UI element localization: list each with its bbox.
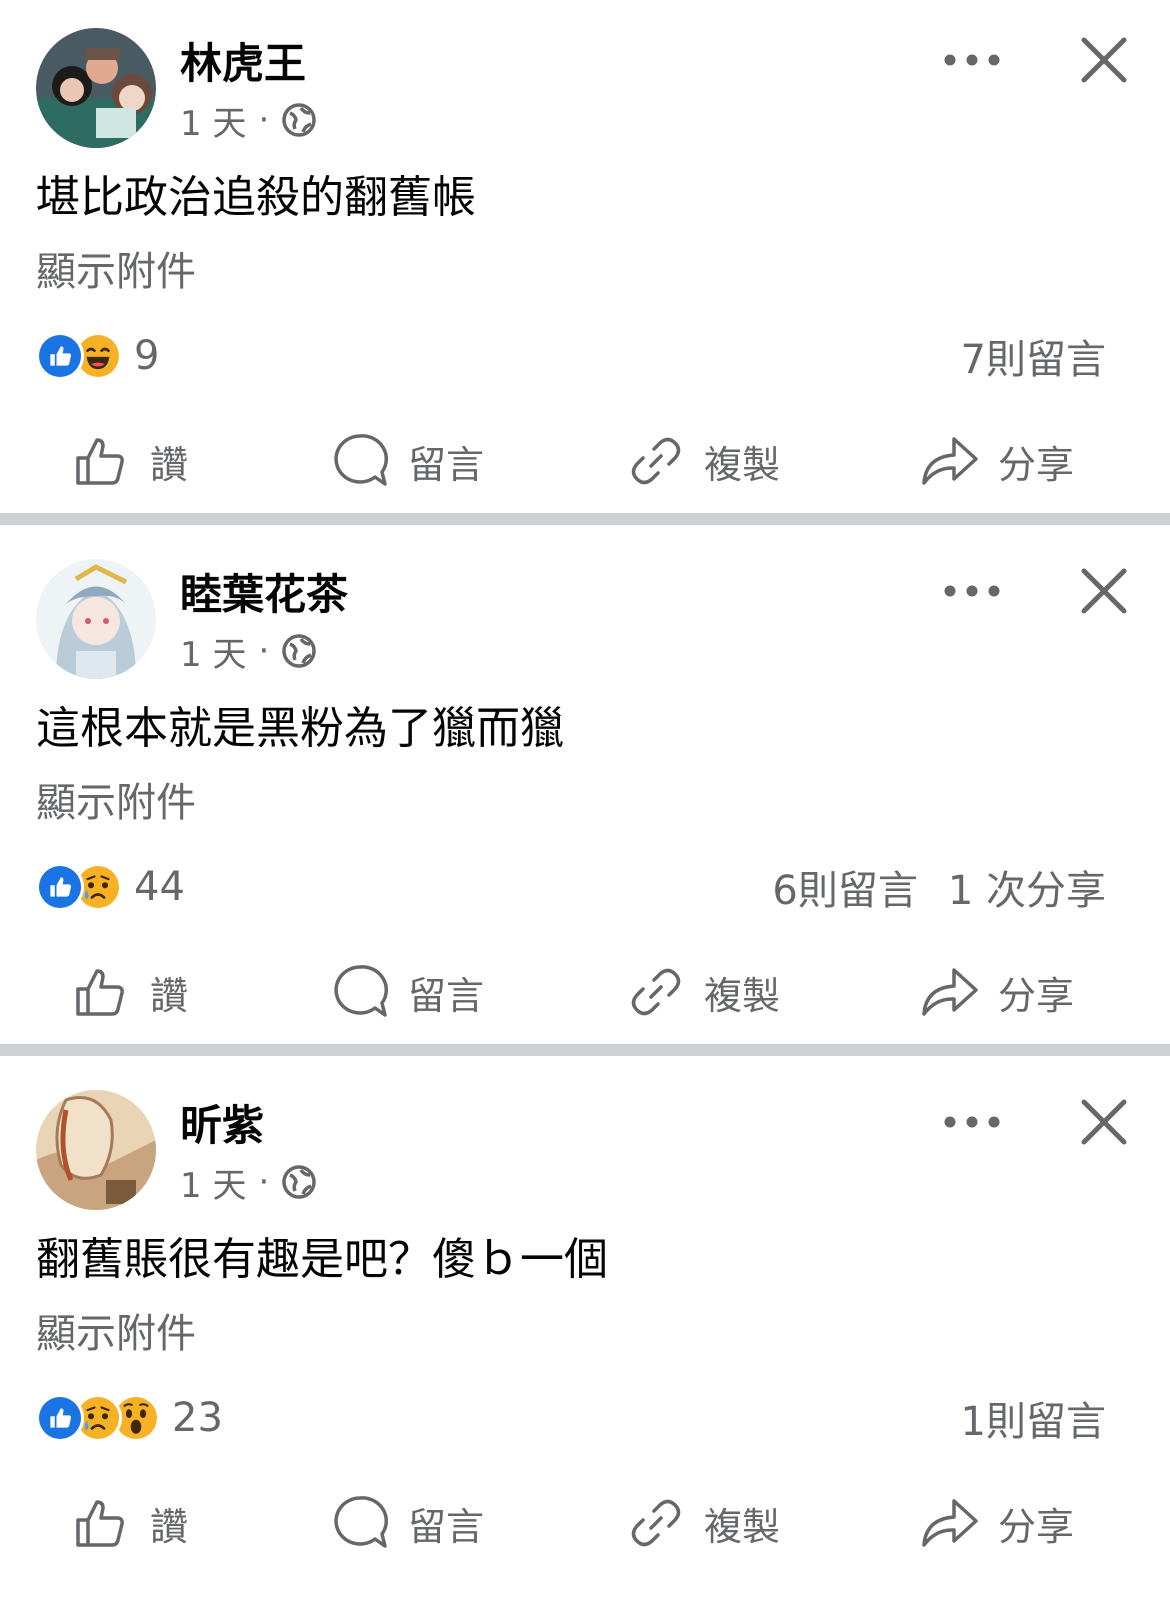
like-icon [76, 1500, 124, 1547]
comment-count[interactable]: 6則留言 [772, 858, 917, 916]
post-stats: 6則留言 1 次分享 [772, 858, 1106, 916]
more-icon[interactable] [940, 1100, 1004, 1144]
post-meta: 1 天 · [180, 627, 317, 676]
share-icon [922, 968, 978, 1016]
like-reaction-icon [36, 863, 84, 911]
share-label: 分享 [998, 1504, 1075, 1549]
like-label: 讚 [150, 973, 189, 1018]
like-reaction-icon [36, 332, 84, 380]
copy-label: 複製 [704, 442, 781, 487]
share-icon [922, 1499, 978, 1547]
comment-label: 留言 [408, 973, 485, 1018]
action-bar: 讚 留言 複製 分享 [0, 957, 1170, 1027]
share-count[interactable]: 1 次分享 [948, 858, 1106, 916]
comment-icon [334, 965, 389, 1017]
reaction-count: 44 [134, 864, 185, 910]
copy-link-button[interactable]: 複製 [626, 426, 780, 496]
avatar[interactable] [36, 28, 156, 148]
like-button[interactable]: 讚 [72, 1488, 188, 1558]
like-button[interactable]: 讚 [72, 426, 188, 496]
post-card: 睦葉花茶 1 天 · 這根本就是黑粉為了獵而獵 顯示附件 44 6則留言 1 次… [0, 531, 1170, 1056]
share-button[interactable]: 分享 [920, 1488, 1074, 1558]
share-icon [922, 437, 978, 485]
share-label: 分享 [998, 973, 1075, 1018]
like-label: 讚 [150, 1504, 189, 1549]
share-button[interactable]: 分享 [920, 426, 1074, 496]
link-icon [631, 968, 681, 1016]
globe-icon [281, 633, 317, 669]
reaction-count: 9 [134, 333, 160, 379]
share-button[interactable]: 分享 [920, 957, 1074, 1027]
comment-label: 留言 [408, 1504, 485, 1549]
post-meta: 1 天 · [180, 1158, 317, 1207]
post-card: 昕紫 1 天 · 翻舊賬很有趣是吧？傻ｂ一個 顯示附件 23 1則留言 讚 留言… [0, 1062, 1170, 1601]
show-attachment-link[interactable]: 顯示附件 [36, 1308, 196, 1360]
author-name[interactable]: 林虎王 [180, 38, 306, 90]
avatar[interactable] [36, 1090, 156, 1210]
comment-icon [334, 1496, 389, 1548]
like-button[interactable]: 讚 [72, 957, 188, 1027]
post-stats: 1則留言 [961, 1389, 1106, 1447]
post-card: 林虎王 1 天 · 堪比政治追殺的翻舊帳 顯示附件 9 7則留言 讚 留言 複製… [0, 0, 1170, 525]
comment-label: 留言 [408, 442, 485, 487]
comment-button[interactable]: 留言 [330, 1488, 484, 1558]
copy-label: 複製 [704, 973, 781, 1018]
post-meta: 1 天 · [180, 96, 317, 145]
link-icon [631, 437, 681, 485]
avatar[interactable] [36, 559, 156, 679]
action-bar: 讚 留言 複製 分享 [0, 1488, 1170, 1558]
reaction-count: 23 [172, 1395, 223, 1441]
author-name[interactable]: 睦葉花茶 [180, 569, 348, 621]
show-attachment-link[interactable]: 顯示附件 [36, 777, 196, 829]
action-bar: 讚 留言 複製 分享 [0, 426, 1170, 496]
like-icon [76, 969, 124, 1016]
close-icon[interactable] [1080, 36, 1128, 84]
more-icon[interactable] [940, 569, 1004, 613]
globe-icon [281, 102, 317, 138]
comment-count[interactable]: 1則留言 [961, 1389, 1106, 1447]
post-time[interactable]: 1 天 [180, 96, 246, 145]
link-icon [631, 1499, 681, 1547]
close-icon[interactable] [1080, 1098, 1128, 1146]
post-divider [0, 1044, 1170, 1056]
comment-button[interactable]: 留言 [330, 957, 484, 1027]
share-label: 分享 [998, 442, 1075, 487]
post-stats: 7則留言 [961, 327, 1106, 385]
copy-label: 複製 [704, 1504, 781, 1549]
like-label: 讚 [150, 442, 189, 487]
comment-button[interactable]: 留言 [330, 426, 484, 496]
post-text: 這根本就是黑粉為了獵而獵 [36, 703, 564, 754]
copy-link-button[interactable]: 複製 [626, 957, 780, 1027]
reaction-summary[interactable]: 23 [36, 1392, 223, 1444]
like-reaction-icon [36, 1394, 84, 1442]
post-time[interactable]: 1 天 [180, 627, 246, 676]
comment-icon [334, 434, 389, 486]
post-divider [0, 513, 1170, 525]
close-icon[interactable] [1080, 567, 1128, 615]
more-icon[interactable] [940, 38, 1004, 82]
post-time[interactable]: 1 天 [180, 1158, 246, 1207]
reaction-summary[interactable]: 9 [36, 330, 159, 382]
comment-count[interactable]: 7則留言 [961, 327, 1106, 385]
copy-link-button[interactable]: 複製 [626, 1488, 780, 1558]
globe-icon [281, 1164, 317, 1200]
post-text: 翻舊賬很有趣是吧？傻ｂ一個 [36, 1234, 608, 1285]
post-text: 堪比政治追殺的翻舊帳 [36, 172, 476, 223]
author-name[interactable]: 昕紫 [180, 1100, 264, 1152]
like-icon [76, 438, 124, 485]
show-attachment-link[interactable]: 顯示附件 [36, 246, 196, 298]
reaction-summary[interactable]: 44 [36, 861, 185, 913]
